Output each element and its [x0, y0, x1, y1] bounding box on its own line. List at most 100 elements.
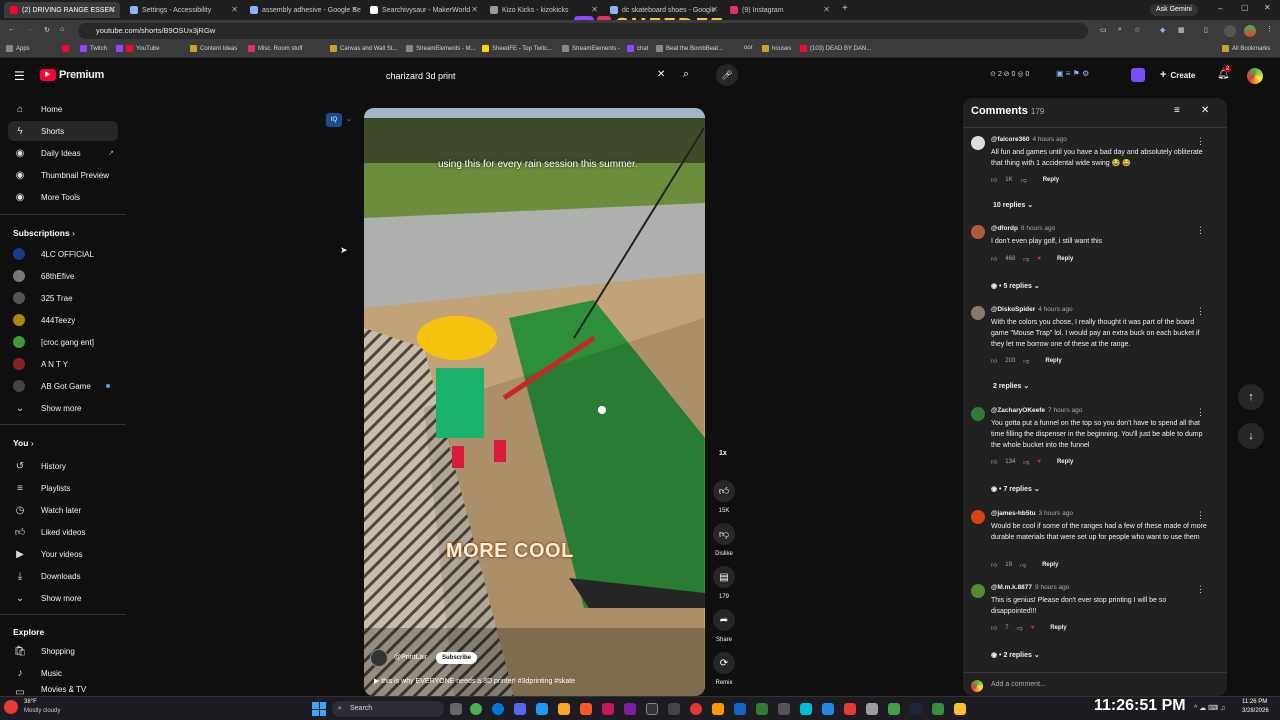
close-tab-icon[interactable]: ✕ — [471, 5, 478, 14]
subscribe-button[interactable]: Subscribe — [436, 652, 478, 664]
sidebar-sub-croc-gang[interactable]: [croc gang ent] — [8, 332, 118, 352]
sidebar-icon[interactable]: ▯ — [1204, 26, 1208, 34]
remix-button[interactable]: ⟳ — [713, 652, 735, 674]
app-icon[interactable] — [954, 703, 966, 715]
like-icon[interactable]: 👍︎ — [991, 176, 997, 184]
bookmark-bombbeat[interactable]: Beat the BombBeat... — [656, 45, 723, 52]
dislike-icon[interactable]: 👎︎ — [1023, 255, 1029, 263]
ask-gemini-button[interactable]: Ask Gemini — [1150, 4, 1198, 16]
app-icon[interactable] — [624, 703, 636, 715]
sidebar-item-history[interactable]: ↺ History — [8, 456, 118, 476]
bookmark-misc-room[interactable]: Misc. Room stuff — [248, 45, 303, 52]
playback-speed[interactable]: 1x — [719, 450, 727, 457]
settings-icon[interactable] — [866, 703, 878, 715]
download-icon[interactable] — [1224, 25, 1236, 37]
short-video-player[interactable]: using this for every rain session this s… — [364, 108, 705, 696]
extensions-puzzle-icon[interactable]: ▦ — [1178, 26, 1185, 34]
forward-icon[interactable]: → — [26, 26, 33, 33]
close-tab-icon[interactable]: ✕ — [109, 5, 116, 14]
close-tab-icon[interactable]: ✕ — [231, 5, 238, 14]
replies-toggle[interactable]: ◉ • 5 replies ⌄ — [991, 282, 1040, 290]
weather-desc[interactable]: Mostly cloudy — [24, 708, 60, 714]
tab-makerworld[interactable]: Searchivysaur - MakerWorld ✕ — [364, 2, 482, 18]
close-tab-icon[interactable]: ✕ — [591, 5, 598, 14]
clear-search-icon[interactable]: ✕ — [657, 69, 665, 80]
sidebar-item-shorts[interactable]: ϟ Shorts — [8, 121, 118, 141]
tab-settings[interactable]: Settings - Accessibility ✕ — [124, 2, 242, 18]
dislike-icon[interactable]: 👎︎ — [1023, 357, 1029, 365]
app-icon[interactable] — [580, 703, 592, 715]
avatar[interactable] — [971, 510, 985, 524]
sidebar-item-home[interactable]: ⌂ Home — [8, 99, 118, 119]
start-button[interactable] — [312, 702, 326, 716]
subscriptions-heading[interactable]: Subscriptions › — [13, 228, 75, 238]
comment-author[interactable]: @ZacharyOKeefe 7 hours ago — [991, 407, 1082, 414]
close-tab-icon[interactable]: ✕ — [351, 5, 358, 14]
minimize-icon[interactable]: – — [1218, 4, 1222, 13]
sidebar-item-music[interactable]: ♪ Music — [8, 663, 118, 683]
bookmark-sheedfe[interactable]: SheedFE - Top Twitc... — [482, 45, 552, 52]
comment-author[interactable]: @DiskoSpider 4 hours ago — [991, 306, 1073, 313]
chrome-icon[interactable] — [470, 703, 482, 715]
more-options-icon[interactable]: ⋮ — [1196, 510, 1205, 521]
like-icon[interactable]: 👍︎ — [991, 458, 997, 466]
sidebar-sub-68thefive[interactable]: 68thEfive — [8, 266, 118, 286]
sidebar-item-playlists[interactable]: ≡ Playlists — [8, 478, 118, 498]
sidebar-item-more-tools[interactable]: ◉ More Tools — [8, 187, 118, 207]
profile-avatar[interactable] — [1244, 25, 1256, 37]
weather-temp[interactable]: 38°F — [24, 699, 37, 705]
avatar[interactable] — [971, 136, 985, 150]
like-icon[interactable]: 👍︎ — [991, 357, 997, 365]
like-button[interactable]: 👍︎ — [713, 480, 735, 502]
tray-time[interactable]: 11:26 PM — [1242, 699, 1267, 705]
more-options-icon[interactable]: ⋮ — [1196, 306, 1205, 317]
maximize-icon[interactable]: ▢ — [1241, 3, 1249, 12]
extension-icon[interactable]: ◆ — [1160, 26, 1165, 34]
back-icon[interactable]: ← — [8, 26, 15, 33]
sidebar-item-thumbnail-preview[interactable]: ◉ Thumbnail Preview — [8, 165, 118, 185]
app-icon[interactable] — [800, 703, 812, 715]
replies-toggle[interactable]: 10 replies ⌄ — [993, 201, 1033, 209]
dislike-icon[interactable]: 👎︎ — [1023, 458, 1029, 466]
chevron-down-icon[interactable]: ⌄ — [346, 115, 352, 123]
app-icon[interactable] — [932, 703, 944, 715]
extension-counters[interactable]: ⊙ 2 ⊘ 0 ◎ 0 — [990, 70, 1029, 78]
task-view-icon[interactable] — [450, 703, 462, 715]
sidebar-item-watch-later[interactable]: ◷ Watch later — [8, 500, 118, 520]
avatar[interactable] — [971, 407, 985, 421]
add-comment-field[interactable]: Add a comment... — [991, 681, 1046, 688]
bookmark-houses[interactable]: houses — [762, 45, 791, 52]
more-options-icon[interactable]: ⋮ — [1196, 407, 1205, 418]
app-icon[interactable] — [734, 703, 746, 715]
replies-toggle[interactable]: ◉ • 7 replies ⌄ — [991, 485, 1040, 493]
close-window-icon[interactable]: ✕ — [1264, 3, 1271, 12]
reload-icon[interactable]: ↻ — [44, 26, 50, 34]
channel-avatar[interactable] — [370, 649, 388, 667]
comment-author[interactable]: @falcore360 4 hours ago — [991, 136, 1067, 143]
more-options-icon[interactable]: ⋮ — [1196, 225, 1205, 236]
terminal-icon[interactable] — [646, 703, 658, 715]
replies-toggle[interactable]: ◉ • 2 replies ⌄ — [991, 651, 1040, 659]
ai-extension-icon[interactable] — [1131, 68, 1145, 82]
extension-overlay-icon[interactable]: IQ — [326, 113, 342, 127]
hamburger-menu-icon[interactable]: ☰ — [14, 69, 25, 83]
comment-author[interactable]: @james-hb5tu 3 hours ago — [991, 510, 1073, 517]
bookmark-twitch[interactable]: Twitch — [80, 45, 107, 52]
bookmark-canvas[interactable]: Canvas and Wall St... — [330, 45, 397, 52]
edge-icon[interactable] — [492, 703, 504, 715]
video-title[interactable]: ▶ this is why EVERYONE needs a 3D printe… — [374, 677, 575, 685]
tray-icons[interactable]: ^ ☁ ⌨ ♫ — [1194, 704, 1225, 712]
youtube-logo[interactable]: ▶ Premium — [40, 69, 104, 81]
file-explorer-icon[interactable] — [558, 703, 570, 715]
previous-short-button[interactable]: ↑ — [1238, 384, 1264, 410]
comments-button[interactable]: ▤ — [713, 566, 735, 588]
sidebar-sub-325trae[interactable]: 325 Trae — [8, 288, 118, 308]
app-icon[interactable] — [536, 703, 548, 715]
reply-button[interactable]: Reply — [1042, 562, 1058, 568]
you-heading[interactable]: You › — [13, 438, 34, 448]
replies-toggle[interactable]: 2 replies ⌄ — [993, 382, 1029, 390]
close-tab-icon[interactable]: ✕ — [711, 5, 718, 14]
bookmark-chat[interactable]: chat — [627, 45, 648, 52]
more-options-icon[interactable]: ⋮ — [1196, 584, 1205, 595]
account-avatar[interactable] — [1247, 68, 1263, 84]
